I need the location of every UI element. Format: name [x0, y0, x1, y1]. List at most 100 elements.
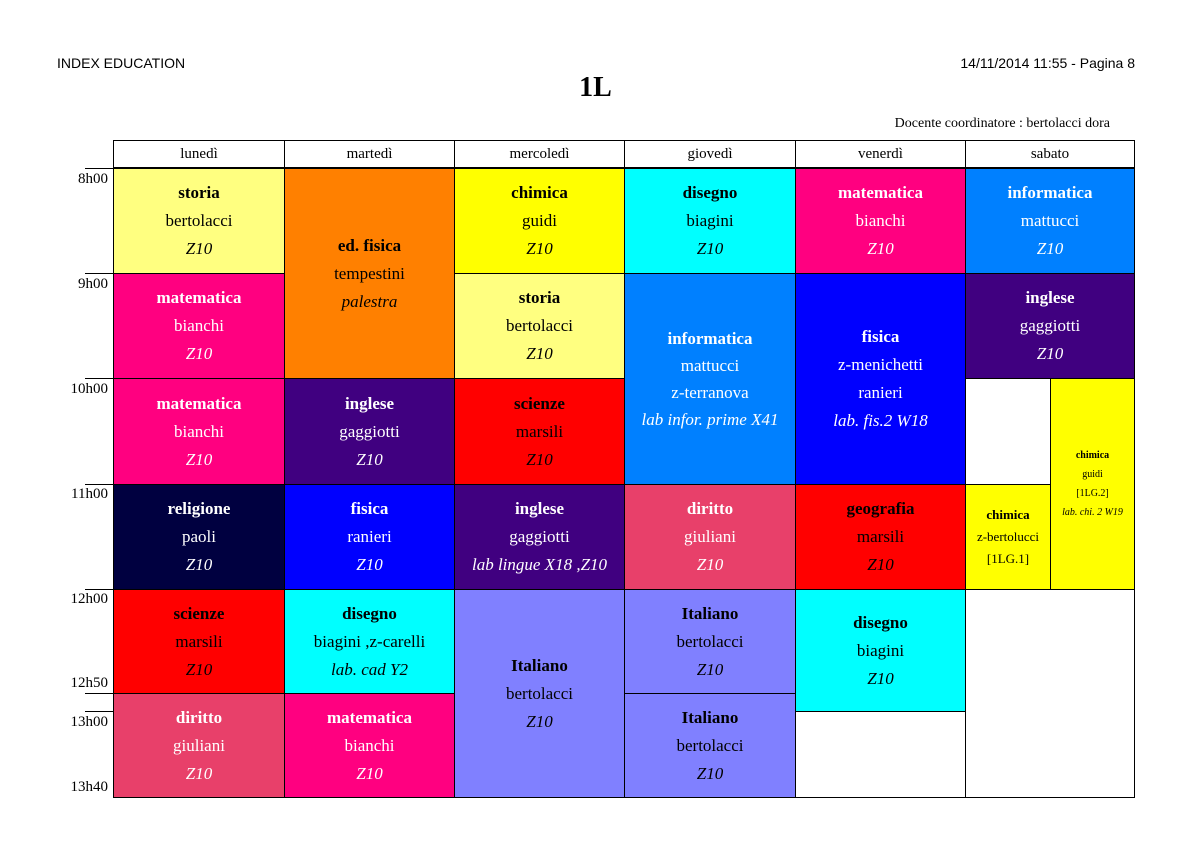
lesson-subject: matematica	[327, 707, 412, 727]
lesson-cell[interactable]: matematica bianchi Z10	[113, 378, 285, 485]
lesson-room: Z10	[185, 449, 213, 469]
lesson-subject: geografia	[846, 499, 915, 518]
empty-cell	[965, 589, 1135, 798]
lesson-cell[interactable]: matematica bianchi Z10	[284, 693, 455, 798]
lesson-cell[interactable]: religione paoli Z10	[113, 484, 285, 590]
lesson-subject: Italiano	[681, 707, 739, 727]
lesson-cell[interactable]: geografia marsili Z10	[795, 484, 966, 590]
lesson-room: Z10	[526, 711, 553, 731]
lesson-teacher: guidi	[1082, 469, 1103, 480]
lesson-room: Z10	[1036, 344, 1064, 363]
lesson-subject: fisica	[350, 499, 389, 518]
lesson-teacher: bianchi	[855, 211, 906, 230]
lesson-room: Z10	[696, 763, 724, 783]
lesson-subject: matematica	[156, 288, 242, 307]
lesson-cell[interactable]: chimica z-bertolucci [1LG.1]	[965, 484, 1051, 590]
lesson-room: Z10	[696, 239, 724, 258]
lesson-teacher: gaggiotti	[1019, 316, 1081, 335]
lesson-cell[interactable]: inglese gaggiotti lab lingue X18 ,Z10	[454, 484, 625, 590]
lesson-teacher: bianchi	[173, 316, 225, 335]
lesson-cell[interactable]: diritto giuliani Z10	[113, 693, 285, 798]
lesson-cell[interactable]: informatica mattucci z-terranova lab inf…	[624, 273, 796, 485]
time-tick	[85, 589, 113, 590]
time-label-8h00: 8h00	[78, 171, 108, 187]
lesson-room: lab infor. prime X41	[641, 410, 779, 429]
lesson-room: Z10	[696, 659, 724, 679]
lesson-teacher: marsili	[515, 421, 564, 441]
lesson-cell[interactable]: inglese gaggiotti Z10	[965, 273, 1135, 379]
time-label-12h00: 12h00	[70, 591, 109, 607]
lesson-room: lab. cad Y2	[331, 659, 408, 679]
coordinator-label: Docente coordinatore : bertolacci dora	[894, 116, 1110, 131]
lesson-cell[interactable]: disegno biagini Z10	[795, 589, 966, 712]
lesson-teacher: gaggiotti	[339, 421, 400, 441]
time-label-10h00: 10h00	[70, 381, 109, 397]
lesson-cell[interactable]: Italiano bertolacci Z10	[454, 589, 625, 798]
lesson-cell[interactable]: Italiano bertolacci Z10	[624, 693, 796, 798]
lesson-cell[interactable]: ed. fisica tempestini palestra	[284, 168, 455, 379]
lesson-subject: scienze	[173, 603, 225, 623]
day-header-thursday: giovedì	[624, 140, 796, 168]
lesson-cell[interactable]: fisica ranieri Z10	[284, 484, 455, 590]
lesson-subject: inglese	[344, 393, 395, 413]
lesson-room: lab lingue X18 ,Z10	[471, 555, 608, 574]
lesson-teacher: giuliani	[173, 735, 225, 755]
lesson-cell[interactable]: storia bertolacci Z10	[113, 168, 285, 274]
lesson-cell[interactable]: diritto giuliani Z10	[624, 484, 796, 590]
time-label-11h00: 11h00	[71, 486, 108, 502]
lesson-subject: matematica	[156, 393, 242, 413]
lesson-cell[interactable]: disegno biagini ,z-carelli lab. cad Y2	[284, 589, 455, 694]
lesson-teacher: mattucci	[1020, 211, 1080, 230]
lesson-subject: scienze	[514, 393, 565, 413]
day-header-monday: lunedì	[113, 140, 285, 168]
lesson-cell[interactable]: fisica z-menichetti ranieri lab. fis.2 W…	[795, 273, 966, 485]
lesson-room: Z10	[356, 555, 383, 574]
lesson-room: Z10	[185, 555, 213, 574]
lesson-room: Z10	[185, 344, 213, 363]
lesson-teacher: bertolacci	[165, 211, 233, 230]
lesson-room: Z10	[185, 239, 213, 258]
time-label-12h50: 12h50	[70, 675, 109, 691]
lesson-subject: fisica	[861, 327, 900, 346]
lesson-subject: disegno	[682, 183, 738, 202]
lesson-teacher: paoli	[182, 527, 216, 546]
lesson-cell[interactable]: scienze marsili Z10	[454, 378, 625, 485]
lesson-cell[interactable]: matematica bianchi Z10	[795, 168, 966, 274]
lesson-teacher: z-bertolucci	[976, 529, 1040, 544]
lesson-room: Z10	[185, 659, 213, 679]
day-header-saturday: sabato	[965, 140, 1135, 168]
lesson-cell[interactable]: storia bertolacci Z10	[454, 273, 625, 379]
day-header-tuesday: martedì	[284, 140, 455, 168]
lesson-cell[interactable]: disegno biagini Z10	[624, 168, 796, 274]
lesson-room: Z10	[356, 449, 383, 469]
lesson-cell[interactable]: Italiano bertolacci Z10	[624, 589, 796, 694]
lesson-subject: ed. fisica	[337, 235, 402, 255]
lesson-room: Z10	[867, 668, 894, 688]
lesson-cell[interactable]: chimica guidi [1LG.2] lab. chi. 2 W19	[1050, 378, 1135, 590]
lesson-teacher: bianchi	[344, 735, 395, 755]
lesson-teacher: marsili	[175, 631, 223, 651]
lesson-cell[interactable]: matematica bianchi Z10	[113, 273, 285, 379]
lesson-teacher: biagini ,z-carelli	[313, 631, 426, 651]
lesson-cell[interactable]: scienze marsili Z10	[113, 589, 285, 694]
lesson-cell[interactable]: informatica mattucci Z10	[965, 168, 1135, 274]
empty-cell	[795, 711, 966, 798]
day-header-wednesday: mercoledì	[454, 140, 625, 168]
lesson-subject: religione	[167, 499, 231, 518]
lesson-room: Z10	[526, 239, 553, 258]
lesson-room: Z10	[526, 449, 553, 469]
header-left: INDEX EDUCATION	[57, 55, 186, 71]
lesson-cell[interactable]: chimica guidi Z10	[454, 168, 625, 274]
lesson-group: [1LG.2]	[1076, 488, 1109, 499]
lesson-teacher: bertolacci	[505, 683, 573, 703]
lesson-subject: informatica	[1007, 183, 1093, 202]
lesson-teacher: bianchi	[173, 421, 225, 441]
lesson-teacher: tempestini	[334, 263, 405, 283]
lesson-teacher: mattucci	[680, 356, 740, 375]
lesson-teacher: biagini	[856, 640, 905, 660]
lesson-cell[interactable]: inglese gaggiotti Z10	[284, 378, 455, 485]
lesson-subject: inglese	[514, 499, 565, 518]
lesson-subject: informatica	[667, 329, 753, 348]
lesson-subject: matematica	[838, 183, 923, 202]
lesson-room: Z10	[867, 555, 894, 574]
